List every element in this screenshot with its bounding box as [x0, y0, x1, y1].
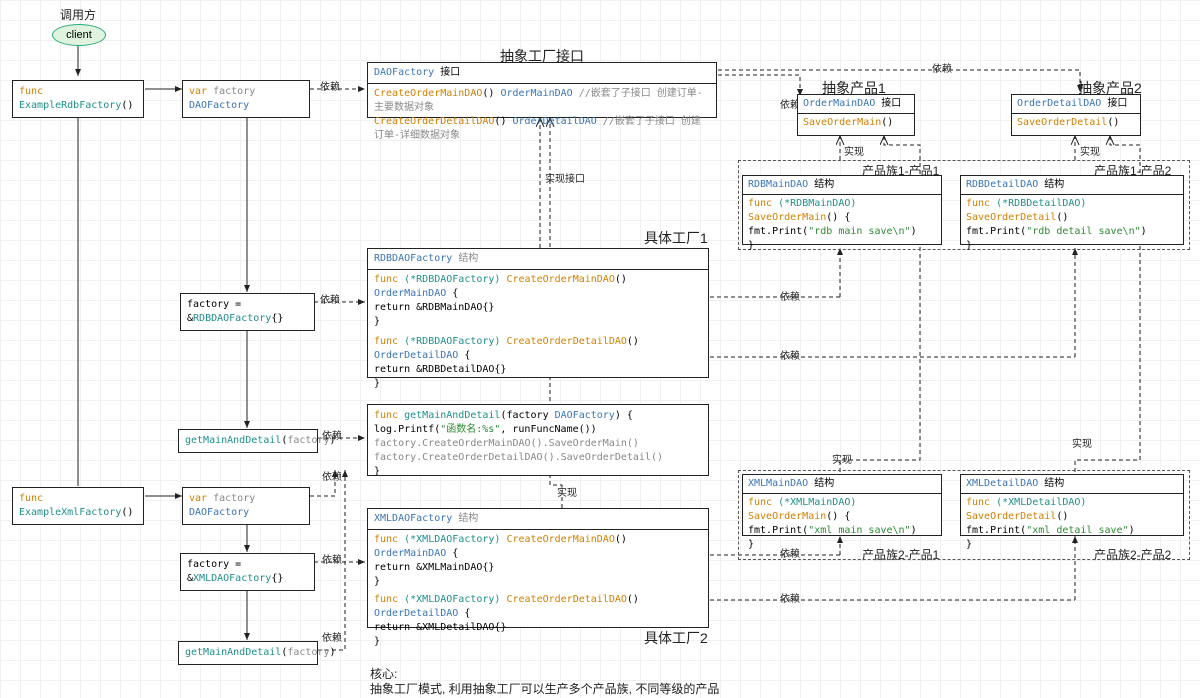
xml-detail-dao-node: XMLDetailDAO 结构 func (*XMLDetailDAO) Sav… — [960, 474, 1184, 536]
dep-label-6: 依赖 — [322, 629, 342, 644]
caller-label: 调用方 — [60, 6, 96, 23]
order-main-dao-node: OrderMainDAO 接口 SaveOrderMain() — [797, 94, 915, 136]
impl-label-2: 实现 — [844, 143, 864, 158]
xml-main-dao-node: XMLMainDAO 结构 func (*XMLMainDAO) SaveOrd… — [742, 474, 942, 536]
dep-label-1: 依赖 — [320, 78, 340, 93]
impl-if-label: 实现接口 — [545, 170, 585, 185]
rdb-factory-node: RDBDAOFactory 结构 func (*RDBDAOFactory) C… — [367, 248, 709, 378]
dep-label-8: 依赖 — [932, 60, 952, 75]
impl-label-5: 实现 — [1072, 435, 1092, 450]
impl-label-1: 实现 — [557, 484, 577, 499]
client-node: client — [52, 24, 106, 46]
var-factory-1-node: var factory DAOFactory — [182, 80, 310, 118]
impl-label-3: 实现 — [1080, 143, 1100, 158]
example-xml-node: func ExampleXmlFactory() — [12, 487, 144, 525]
getmain-1-node: getMainAndDetail(factory) — [178, 429, 318, 453]
dep-label-2: 依赖 — [320, 291, 340, 306]
core-text-2: 抽象工厂模式, 利用抽象工厂可以生产多个产品族, 不同等级的产品 — [370, 680, 719, 697]
rdb-main-dao-node: RDBMainDAO 结构 func (*RDBMainDAO) SaveOrd… — [742, 175, 942, 245]
dep-label-12: 依赖 — [780, 590, 800, 605]
dep-label-4: 依赖 — [322, 468, 342, 483]
order-detail-dao-node: OrderDetailDAO 接口 SaveOrderDetail() — [1011, 94, 1141, 136]
rdb-detail-dao-node: RDBDetailDAO 结构 func (*RDBDetailDAO) Sav… — [960, 175, 1184, 245]
dep-label-10: 依赖 — [780, 347, 800, 362]
getmain-fn-node: func getMainAndDetail(factory DAOFactory… — [367, 404, 709, 476]
xml-factory-node: XMLDAOFactory 结构 func (*XMLDAOFactory) C… — [367, 508, 709, 628]
assign-xml-node: factory = &XMLDAOFactory{} — [180, 553, 315, 591]
concrete-factory1-label: 具体工厂1 — [644, 228, 708, 248]
getmain-2-node: getMainAndDetail(factory) — [178, 641, 318, 665]
dao-factory-node: DAOFactory 接口 CreateOrderMainDAO() Order… — [367, 62, 717, 118]
dep-label-9: 依赖 — [780, 288, 800, 303]
example-rdb-node: func ExampleRdbFactory() — [12, 80, 144, 118]
impl-label-4: 实现 — [832, 451, 852, 466]
assign-rdb-node: factory = &RDBDAOFactory{} — [180, 293, 315, 331]
dep-label-5: 依赖 — [322, 551, 342, 566]
var-factory-2-node: var factory DAOFactory — [182, 487, 310, 525]
